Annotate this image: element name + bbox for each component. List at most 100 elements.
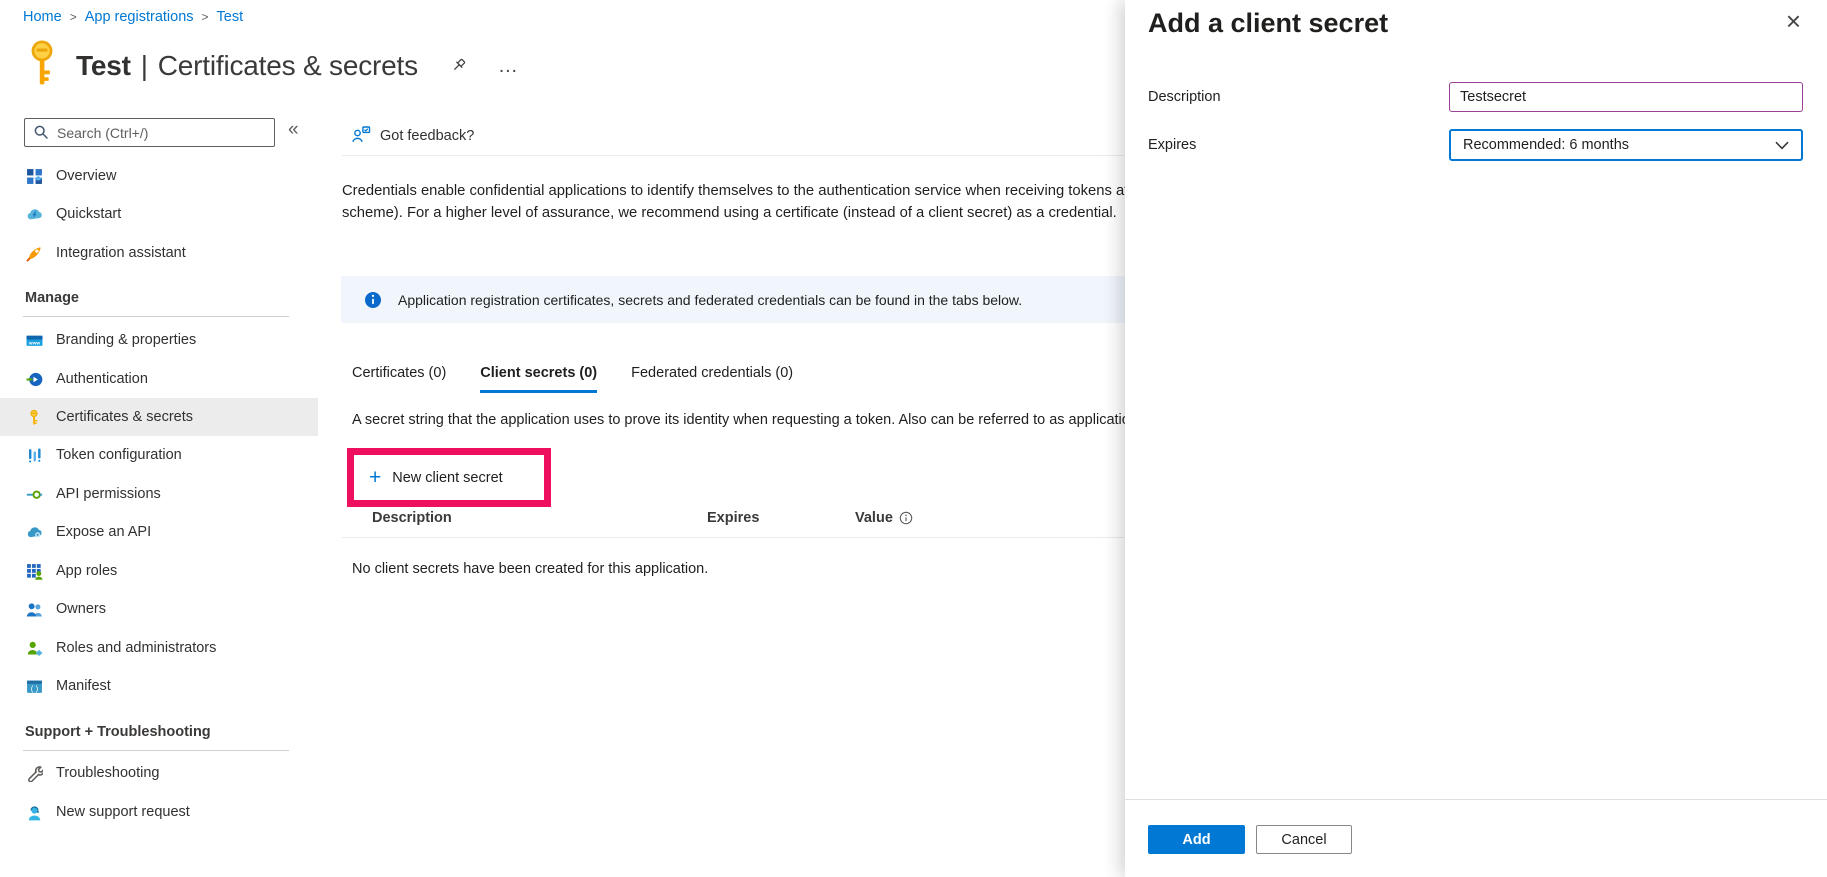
sidebar-item-label: Integration assistant [56,245,186,261]
svg-text:(): () [30,685,39,693]
got-feedback-label: Got feedback? [380,128,474,144]
description-input[interactable] [1449,82,1803,112]
sidebar-item-label: Manifest [56,678,111,694]
info-banner-text: Application registration certificates, s… [398,292,1022,308]
cancel-button[interactable]: Cancel [1256,825,1352,854]
got-feedback-button[interactable]: Got feedback? [351,121,474,151]
expires-dropdown-value: Recommended: 6 months [1463,137,1629,153]
rocket-icon [25,244,43,262]
search-input[interactable] [24,118,275,147]
sidebar-item-roles-and-administrators[interactable]: Roles and administrators [0,629,318,667]
sidebar-item-label: Authentication [56,371,148,387]
annotation-highlight-box: + New client secret [347,448,551,507]
page-title: Test | Certificates & secrets [76,50,418,82]
sidebar-item-label: Owners [56,601,106,617]
roles-admins-icon [25,639,43,657]
add-client-secret-panel: Add a client secret × Description Expire… [1125,0,1827,877]
divider [342,155,1125,156]
sidebar-item-label: Certificates & secrets [56,409,193,425]
empty-state-message: No client secrets have been created for … [352,561,708,577]
panel-title: Add a client secret [1148,8,1388,39]
authentication-icon [25,370,43,388]
expires-label: Expires [1148,137,1196,153]
sidebar-item-token-configuration[interactable]: Token configuration [0,436,318,474]
sidebar-item-overview[interactable]: Overview [0,157,318,195]
sidebar-section-support-troubleshooting: Support + Troubleshooting [25,724,211,740]
feedback-person-icon [351,126,371,147]
sidebar-item-owners[interactable]: Owners [0,590,318,628]
breadcrumb-home[interactable]: Home [23,9,62,25]
sidebar-item-api-permissions[interactable]: API permissions [0,475,318,513]
sidebar-item-label: Roles and administrators [56,640,216,656]
column-header-description: Description [372,510,452,526]
search-icon [33,124,49,145]
sidebar-item-manifest[interactable]: () Manifest [0,667,318,705]
sidebar-item-quickstart[interactable]: Quickstart [0,195,318,233]
ellipsis-icon[interactable]: … [498,61,518,71]
client-secret-description-text: A secret string that the application use… [352,412,1208,428]
description-label: Description [1148,89,1221,105]
breadcrumb: Home > App registrations > Test [23,9,243,25]
breadcrumb-app-registrations[interactable]: App registrations [85,9,194,25]
tab-certificates[interactable]: Certificates (0) [352,365,446,393]
plus-icon: + [369,467,381,488]
sidebar-item-integration-assistant[interactable]: Integration assistant [0,234,318,272]
sidebar-item-label: Branding & properties [56,332,196,348]
sidebar-item-app-roles[interactable]: App roles [0,552,318,590]
expose-api-cloud-icon [25,523,43,541]
info-icon [364,291,382,309]
pin-icon[interactable] [450,57,468,75]
key-icon [25,408,43,426]
chevron-down-icon [1775,141,1789,150]
page-title-separator: | [141,50,148,82]
branding-icon: www [25,331,43,349]
sidebar-item-expose-an-api[interactable]: Expose an API [0,513,318,551]
api-permissions-icon [25,485,43,503]
collapse-sidebar-icon[interactable]: « [288,119,299,141]
sidebar-item-new-support-request[interactable]: New support request [0,793,318,831]
owners-icon [25,600,43,618]
column-header-label: Expires [707,510,759,526]
sidebar-item-branding-properties[interactable]: www Branding & properties [0,321,318,359]
sidebar-item-label: API permissions [56,486,161,502]
page-title-app: Test [76,50,131,82]
sidebar-item-label: Token configuration [56,447,182,463]
manifest-icon: () [25,677,43,695]
support-person-icon [25,803,43,821]
add-button[interactable]: Add [1148,825,1245,854]
sidebar-section-manage: Manage [25,290,79,306]
breadcrumb-test[interactable]: Test [217,9,244,25]
sidebar-item-label: Troubleshooting [56,765,159,781]
sidebar-item-label: New support request [56,804,190,820]
breadcrumb-separator: > [202,10,209,24]
overview-grid-icon [25,167,43,185]
sidebar-item-label: Expose an API [56,524,151,540]
breadcrumb-separator: > [70,10,77,24]
sidebar-item-certificates-secrets[interactable]: Certificates & secrets [0,398,318,436]
sidebar-item-troubleshooting[interactable]: Troubleshooting [0,754,318,792]
tab-client-secrets[interactable]: Client secrets (0) [480,365,597,393]
tab-bar: Certificates (0) Client secrets (0) Fede… [352,365,793,393]
column-header-value: Value [855,510,913,526]
sidebar-search [24,118,275,147]
column-header-expires: Expires [707,510,759,526]
sidebar-item-label: Overview [56,168,116,184]
new-client-secret-button[interactable]: + New client secret [354,467,503,488]
wrench-icon [25,764,43,782]
divider [1125,799,1827,800]
credentials-intro-line2: scheme). For a higher level of assurance… [342,205,1117,221]
close-icon[interactable]: × [1786,8,1801,34]
column-header-label: Description [372,510,452,526]
svg-text:www: www [27,341,40,346]
tab-federated-credentials[interactable]: Federated credentials (0) [631,365,793,393]
token-bars-icon [25,446,43,464]
divider [23,316,289,317]
quickstart-cloud-icon [25,205,43,223]
sidebar-item-authentication[interactable]: Authentication [0,360,318,398]
expires-dropdown[interactable]: Recommended: 6 months [1449,129,1803,161]
sidebar-item-label: App roles [56,563,117,579]
divider [23,750,289,751]
column-header-label: Value [855,510,893,526]
value-info-icon[interactable] [899,511,913,525]
page-title-page: Certificates & secrets [158,50,418,82]
